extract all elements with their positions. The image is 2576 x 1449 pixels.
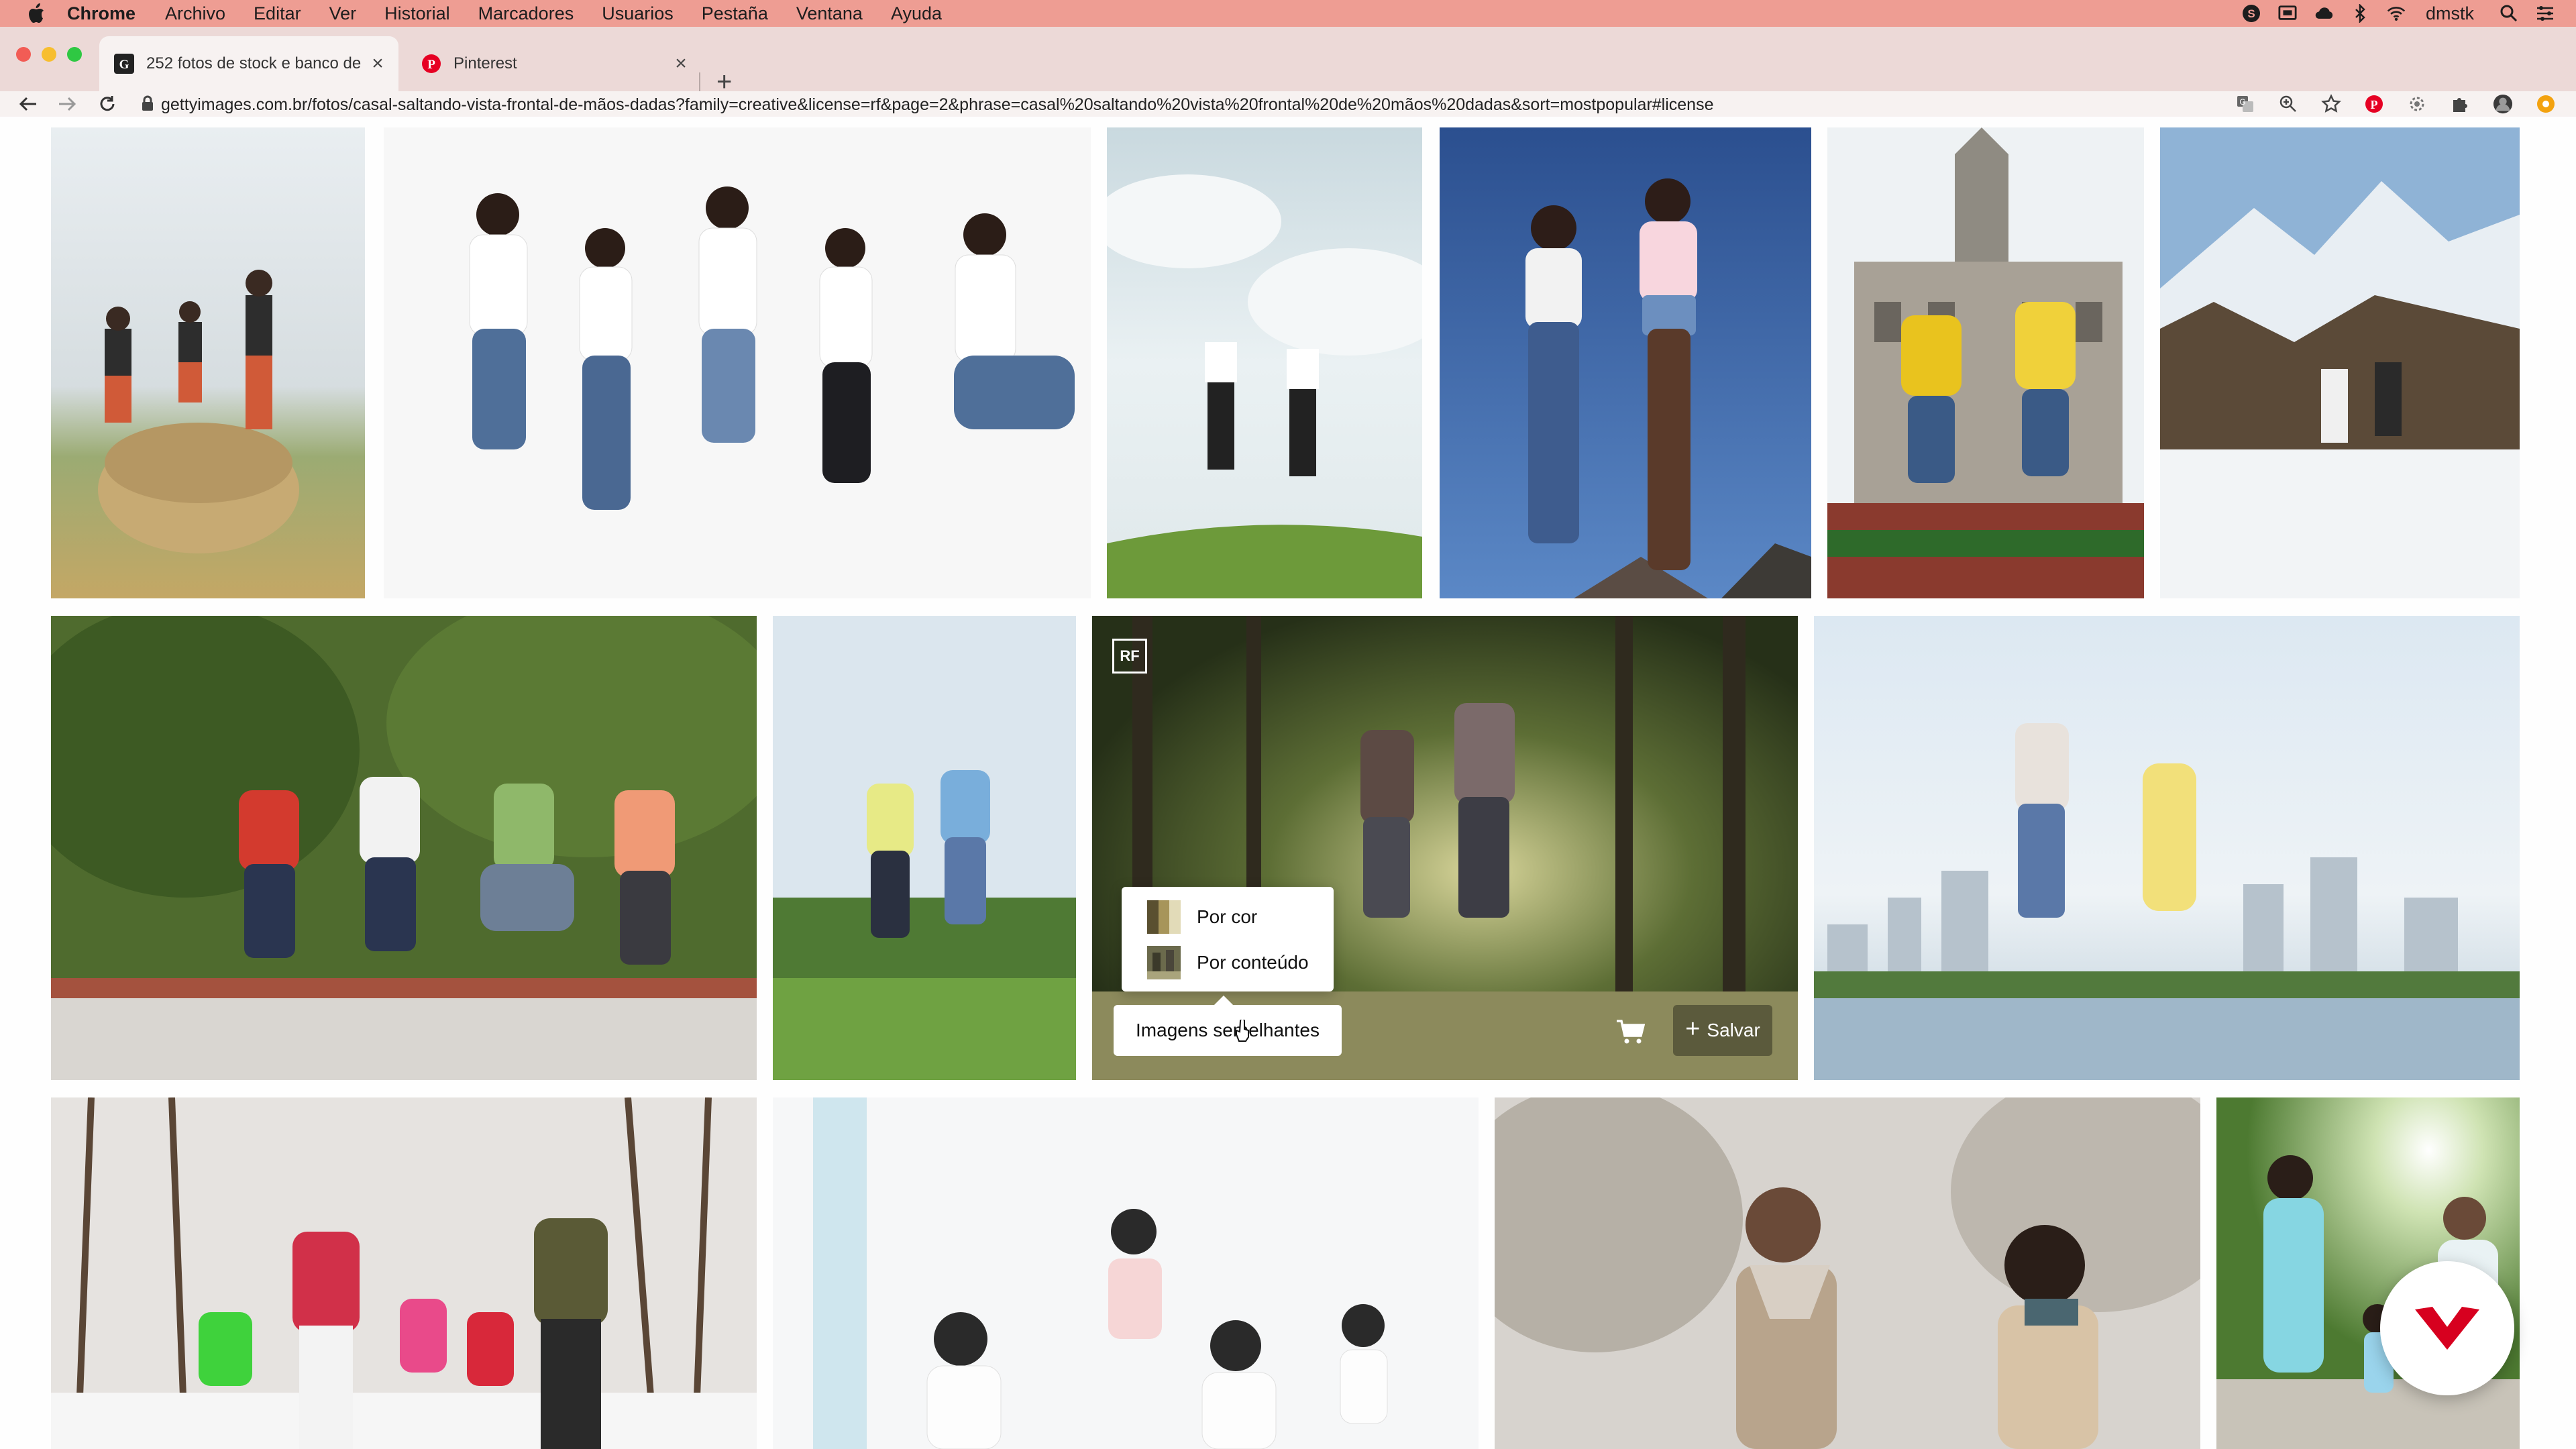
minimize-window-icon[interactable] xyxy=(42,47,56,62)
similar-by-content-option[interactable]: Por conteúdo xyxy=(1147,946,1309,979)
apple-icon[interactable] xyxy=(27,2,47,25)
screen-icon[interactable] xyxy=(2278,4,2297,23)
translate-icon[interactable]: G xyxy=(2235,94,2255,114)
photo-content xyxy=(1495,1097,2200,1449)
tab-pinterest[interactable]: P Pinterest × xyxy=(407,36,702,91)
stock-photo-family-bright-room[interactable] xyxy=(773,1097,1479,1449)
photo-content xyxy=(51,127,365,598)
save-button[interactable]: + Salvar xyxy=(1673,1005,1772,1056)
zoom-icon[interactable] xyxy=(2278,94,2298,114)
photo-content xyxy=(773,616,1076,1080)
color-swatch-icon xyxy=(1147,900,1181,934)
svg-text:G: G xyxy=(2239,97,2245,107)
menu-editar[interactable]: Editar xyxy=(254,3,301,24)
stock-photo-couple-city-skyline[interactable] xyxy=(1814,616,2520,1080)
photo-content xyxy=(51,616,757,1080)
reload-icon[interactable] xyxy=(97,93,118,115)
bluetooth-icon[interactable] xyxy=(2351,4,2369,23)
menu-historial[interactable]: Historial xyxy=(384,3,450,24)
skype-icon[interactable]: S xyxy=(2242,4,2261,23)
extensions-puzzle-icon[interactable] xyxy=(2450,94,2470,114)
menu-archivo[interactable]: Archivo xyxy=(165,3,225,24)
back-arrow-icon[interactable] xyxy=(17,93,39,115)
similar-by-color-option[interactable]: Por cor xyxy=(1147,900,1257,934)
stock-photo-five-friends-jumping[interactable] xyxy=(384,127,1091,598)
bookmark-star-icon[interactable] xyxy=(2321,94,2341,114)
close-window-icon[interactable] xyxy=(16,47,31,62)
tab-title: Pinterest xyxy=(453,54,517,72)
profile-avatar[interactable] xyxy=(2493,94,2513,114)
menu-ayuda[interactable]: Ayuda xyxy=(891,3,942,24)
stock-photo-couple-jumping-city-hall[interactable] xyxy=(1827,127,2144,598)
similar-images-menu: Por cor Por conteúdo xyxy=(1122,887,1334,991)
photo-content xyxy=(1814,616,2520,1080)
photo-content xyxy=(2160,127,2520,598)
by-color-label: Por cor xyxy=(1197,906,1258,927)
stock-photo-couple-winter-scarves[interactable] xyxy=(1495,1097,2200,1449)
browser-toolbar: gettyimages.com.br/fotos/casal-saltando-… xyxy=(0,91,2576,117)
forward-arrow-icon[interactable] xyxy=(56,93,78,115)
tab-close-icon[interactable]: × xyxy=(366,52,389,75)
rf-license-badge: RF xyxy=(1112,639,1147,674)
pinterest-icon: P xyxy=(422,54,441,73)
stock-photo-family-haybale[interactable] xyxy=(51,127,365,598)
menubar-status-area: S dmstk xyxy=(2224,0,2555,27)
menu-app-chrome[interactable]: Chrome xyxy=(67,3,136,24)
stock-photo-four-friends-park[interactable] xyxy=(51,616,757,1080)
svg-text:P: P xyxy=(2371,98,2378,111)
svg-text:G: G xyxy=(119,58,129,72)
extension-gear-icon[interactable] xyxy=(2407,94,2427,114)
macos-menubar: Chrome Archivo Editar Ver Historial Marc… xyxy=(0,0,2576,27)
photo-content xyxy=(51,1097,757,1449)
control-center-icon[interactable] xyxy=(2536,4,2555,23)
tab-close-icon[interactable]: × xyxy=(669,52,692,75)
photo-content xyxy=(1827,127,2144,598)
stock-photo-couple-lawn[interactable] xyxy=(773,616,1076,1080)
stock-photo-couple-on-green-hill[interactable] xyxy=(1107,127,1422,598)
menu-ventana[interactable]: Ventana xyxy=(796,3,863,24)
tab-gettyimages[interactable]: G 252 fotos de stock e banco de × xyxy=(99,36,398,91)
stock-photo-couple-snow-mountains[interactable] xyxy=(2160,127,2520,598)
photo-content xyxy=(1440,127,1811,598)
window-controls xyxy=(16,47,93,62)
spotlight-search-icon[interactable] xyxy=(2500,4,2518,23)
address-url[interactable]: gettyimages.com.br/fotos/casal-saltando-… xyxy=(161,95,1714,115)
plus-icon: + xyxy=(1685,1014,1701,1043)
photo-content xyxy=(1107,127,1422,598)
photo-content xyxy=(773,1097,1479,1449)
by-content-label: Por conteúdo xyxy=(1197,952,1309,973)
tab-title: 252 fotos de stock e banco de xyxy=(146,54,362,72)
content-thumbnail-icon xyxy=(1147,946,1181,979)
lock-icon[interactable] xyxy=(141,95,154,111)
svg-text:P: P xyxy=(427,58,435,72)
menu-pestana[interactable]: Pestaña xyxy=(702,3,768,24)
hand-cursor-icon xyxy=(1236,1020,1249,1042)
maximize-window-icon[interactable] xyxy=(67,47,82,62)
creative-cloud-icon[interactable] xyxy=(2314,4,2333,23)
photo-content xyxy=(384,127,1091,598)
svg-text:S: S xyxy=(2247,7,2255,20)
update-indicator-icon[interactable] xyxy=(2536,94,2556,114)
menu-marcadores[interactable]: Marcadores xyxy=(478,3,574,24)
menu-usuarios[interactable]: Usuarios xyxy=(602,3,674,24)
wifi-icon[interactable] xyxy=(2387,4,2406,23)
chevron-heart-logo-icon xyxy=(2415,1307,2479,1350)
toolbar-actions: G P xyxy=(2212,94,2556,114)
cart-icon[interactable] xyxy=(1615,1018,1645,1045)
menu-ver[interactable]: Ver xyxy=(329,3,357,24)
floating-action-button[interactable] xyxy=(2380,1261,2514,1395)
similar-images-button[interactable]: Imagens semelhantes xyxy=(1114,996,1342,1056)
save-label: Salvar xyxy=(1707,1020,1760,1040)
pinterest-extension-icon[interactable]: P xyxy=(2364,94,2384,114)
gettyimages-icon: G xyxy=(114,54,134,74)
browser-tabstrip: G 252 fotos de stock e banco de × P Pint… xyxy=(0,27,2576,98)
menubar-username[interactable]: dmstk xyxy=(2426,3,2474,24)
stock-photo-girls-jumping-blue-sky[interactable] xyxy=(1440,127,1811,598)
stock-photo-family-winter-woods[interactable] xyxy=(51,1097,757,1449)
